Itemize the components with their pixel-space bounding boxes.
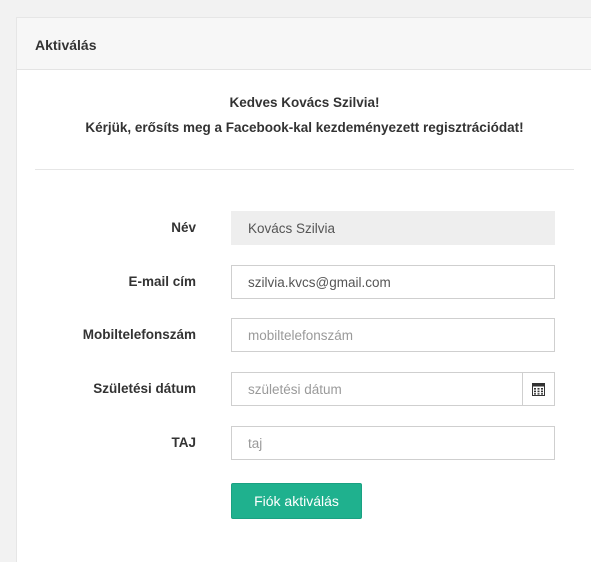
taj-field[interactable] [231,426,555,460]
activate-account-button[interactable]: Fiók aktiválás [231,483,362,519]
greeting-line-2: Kérjük, erősíts meg a Facebook-kal kezde… [85,120,524,135]
birthdate-label: Születési dátum [93,381,196,396]
birthdate-field[interactable] [231,372,523,406]
panel-title: Aktiválás [17,18,591,70]
activation-panel: Aktiválás Kedves Kovács Szilvia! Kérjük,… [16,17,591,562]
divider [35,169,574,170]
name-field[interactable] [231,211,555,245]
greeting-line-1: Kedves Kovács Szilvia! [229,95,380,110]
email-label: E-mail cím [128,274,196,289]
name-label: Név [171,220,196,235]
email-field[interactable] [231,265,555,299]
calendar-button[interactable] [522,372,555,406]
birthdate-row: Születési dátum [17,372,591,406]
phone-field[interactable] [231,318,555,352]
calendar-icon [532,382,545,396]
phone-label: Mobiltelefonszám [82,327,196,342]
phone-row: Mobiltelefonszám [17,318,591,352]
taj-row: TAJ [17,426,591,460]
email-row: E-mail cím [17,265,591,299]
greeting: Kedves Kovács Szilvia! Kérjük, erősíts m… [17,90,591,140]
taj-label: TAJ [171,435,196,450]
name-row: Név [17,211,591,245]
